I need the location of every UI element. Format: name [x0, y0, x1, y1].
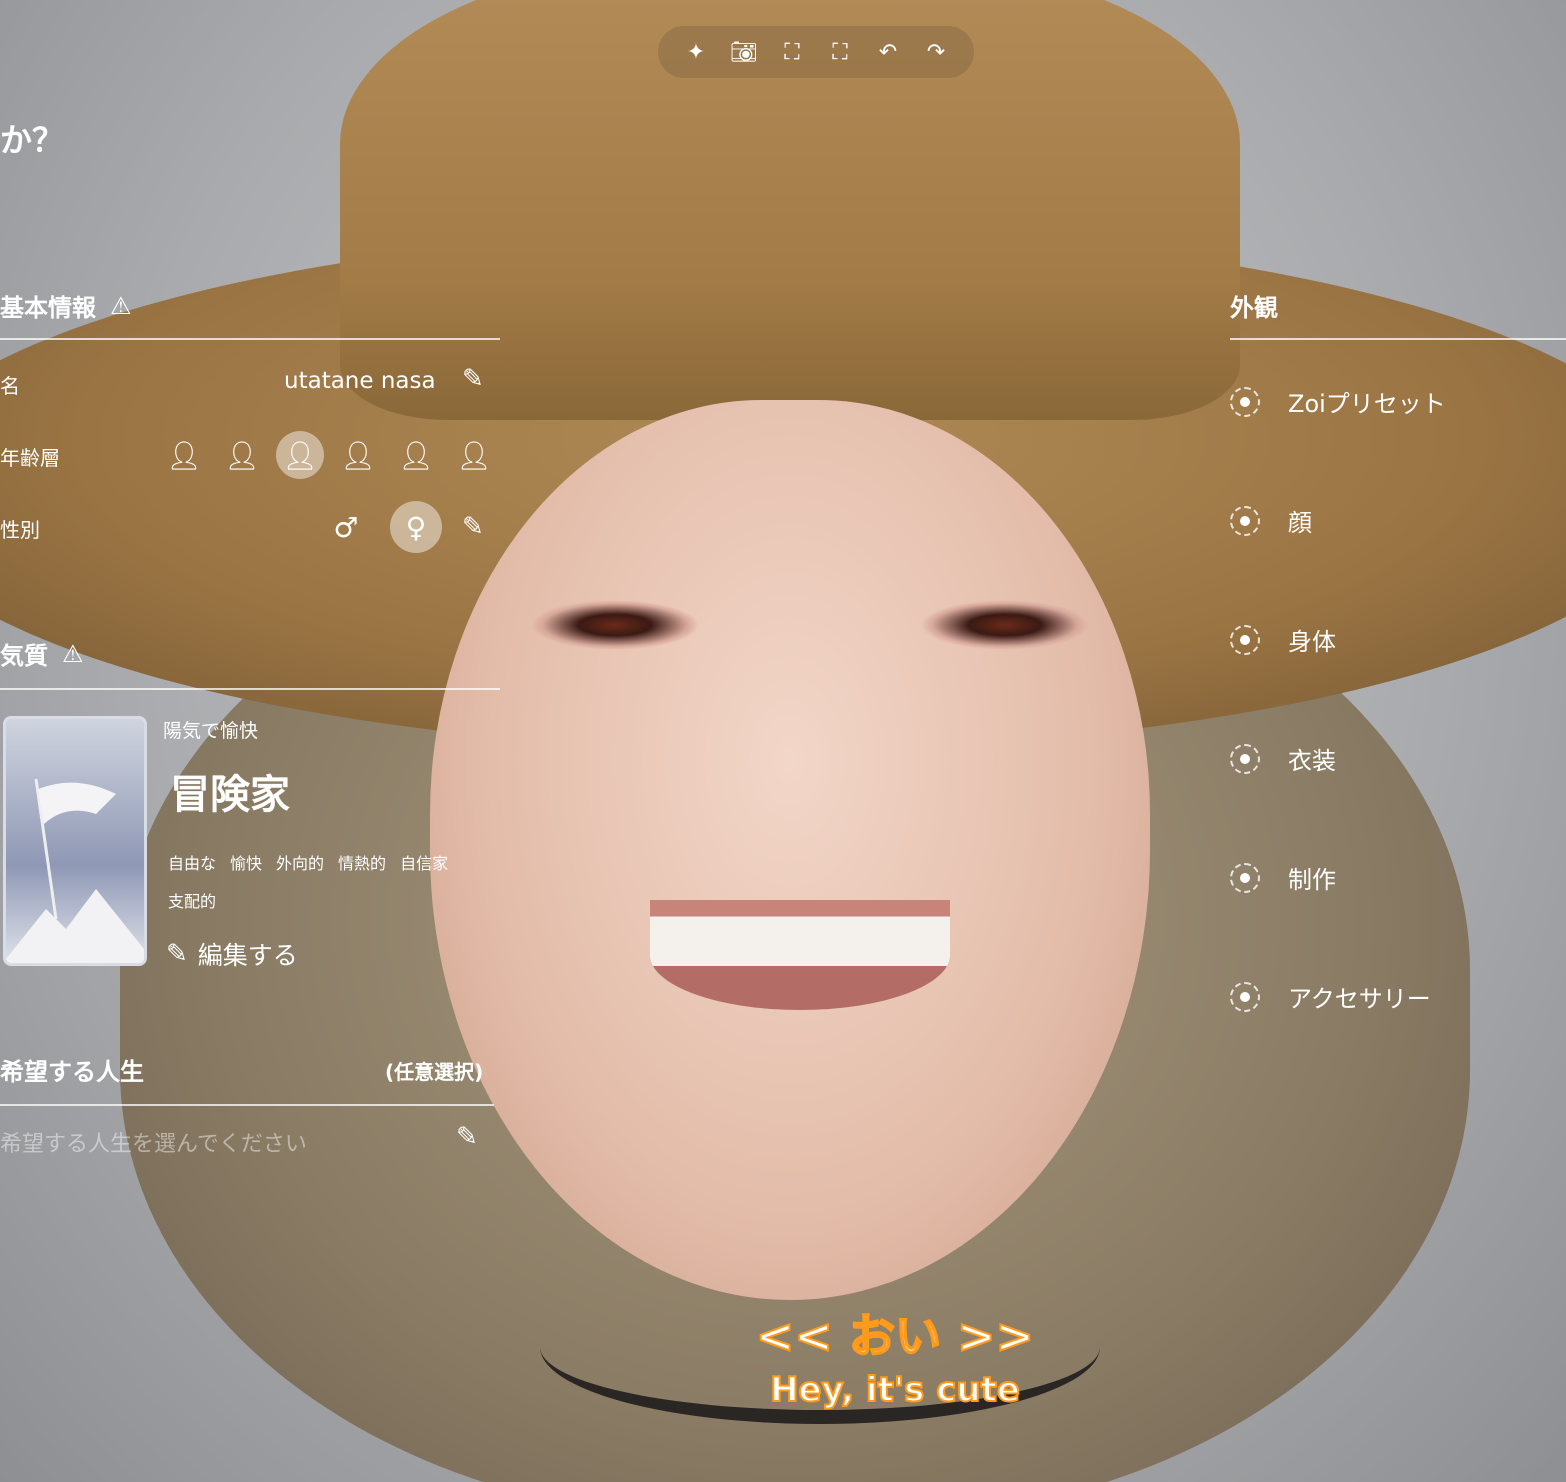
item-label: 制作 [1288, 866, 1336, 894]
divider [0, 688, 500, 690]
appearance-item-body[interactable]: 身体 [1230, 622, 1336, 657]
divider [0, 338, 500, 340]
appearance-item-accessory[interactable]: アクセサリー [1230, 979, 1431, 1014]
page-question: か？ [0, 121, 65, 159]
radio-icon [1230, 505, 1260, 536]
camera-icon[interactable]: 📷︎ [728, 36, 760, 68]
edit-icon: ✎ [166, 939, 188, 969]
camera-toolbar: ✦ 📷︎ ⛶ ⛶ ↶ ↷ [658, 26, 974, 78]
edit-life-goal-icon[interactable]: ✎ [456, 1122, 478, 1152]
trait: 外向的 [276, 854, 325, 873]
temperament-card-image[interactable] [3, 716, 147, 966]
name-label: 名 [0, 374, 20, 398]
divider [0, 1104, 494, 1106]
radio-icon [1230, 981, 1260, 1012]
life-goal-input[interactable]: 希望する人生を選んでください [0, 1126, 307, 1158]
trait: 愉快 [230, 854, 263, 873]
item-label: 顔 [1288, 509, 1312, 537]
age-label: 年齢層 [0, 446, 60, 470]
name-value: utatane nasa [284, 368, 436, 394]
subtitle-english: Hey, it's cute [769, 1369, 1021, 1411]
character-eye [920, 600, 1090, 650]
age-teen-icon[interactable]: 👤︎ [276, 431, 324, 479]
face-scan-icon[interactable]: ⛶ [776, 36, 808, 68]
trait: 情熱的 [338, 854, 387, 873]
trait-list: 自由な 愉快 外向的 情熱的 自信家支配的 [168, 845, 498, 921]
age-child-icon[interactable]: 👤︎ [218, 431, 266, 479]
item-label: アクセサリー [1288, 985, 1431, 1013]
basic-info-title: 基本情報 [0, 294, 96, 322]
character-mouth [650, 900, 950, 1010]
age-baby-icon[interactable]: 👤︎ [160, 431, 208, 479]
radio-icon [1230, 624, 1260, 655]
age-young-adult-icon[interactable]: 👤︎ [334, 431, 382, 479]
appearance-item-outfit[interactable]: 衣装 [1230, 741, 1336, 776]
optional-label: (任意選択) [385, 1060, 484, 1084]
trait: 自由な [168, 854, 217, 873]
character-eye [530, 600, 700, 650]
divider [1230, 338, 1566, 340]
edit-name-icon[interactable]: ✎ [462, 364, 484, 394]
temperament-header: 気質 ⚠ [0, 636, 84, 671]
undo-icon[interactable]: ↶ [872, 36, 904, 68]
sparkle-icon[interactable]: ✦ [680, 36, 712, 68]
edit-temperament-label: 編集する [197, 941, 298, 970]
gender-selector: ♂ ♀ ✎ [322, 501, 484, 553]
age-selector: 👤︎ 👤︎ 👤︎ 👤︎ 👤︎ 👤︎ [160, 431, 498, 479]
radio-icon [1230, 743, 1260, 774]
age-adult-icon[interactable]: 👤︎ [392, 431, 440, 479]
female-icon[interactable]: ♀ [390, 501, 442, 553]
warning-icon: ⚠ [62, 639, 84, 668]
item-label: 身体 [1288, 628, 1336, 656]
item-label: 衣装 [1288, 747, 1336, 775]
edit-gender-icon[interactable]: ✎ [462, 512, 484, 542]
temperament-title: 気質 [0, 642, 48, 670]
radio-icon [1230, 386, 1260, 417]
trait: 自信家 [400, 854, 449, 873]
appearance-item-create[interactable]: 制作 [1230, 860, 1336, 895]
male-icon[interactable]: ♂ [322, 503, 370, 551]
age-elder-icon[interactable]: 👤︎ [450, 431, 498, 479]
character-face [430, 400, 1150, 1300]
life-goal-title: 希望する人生 [0, 1058, 144, 1086]
body-scan-icon[interactable]: ⛶ [824, 36, 856, 68]
basic-info-header: 基本情報 ⚠ [0, 288, 132, 323]
temperament-subtitle: 陽気で愉快 [163, 720, 259, 742]
trait: 支配的 [168, 892, 217, 911]
edit-temperament-button[interactable]: ✎ 編集する [166, 936, 298, 972]
subtitle-japanese: << おい >> [755, 1308, 1035, 1364]
appearance-item-face[interactable]: 顔 [1230, 503, 1312, 538]
gender-label: 性別 [0, 518, 40, 542]
temperament-type: 冒険家 [170, 772, 290, 818]
warning-icon: ⚠ [110, 291, 132, 320]
redo-icon[interactable]: ↷ [920, 36, 952, 68]
radio-icon [1230, 862, 1260, 893]
flag-mountain-icon [6, 778, 144, 963]
appearance-item-zoi-preset[interactable]: Zoiプリセット [1230, 384, 1446, 419]
appearance-title: 外観 [1230, 294, 1278, 322]
item-label: Zoiプリセット [1288, 390, 1446, 418]
